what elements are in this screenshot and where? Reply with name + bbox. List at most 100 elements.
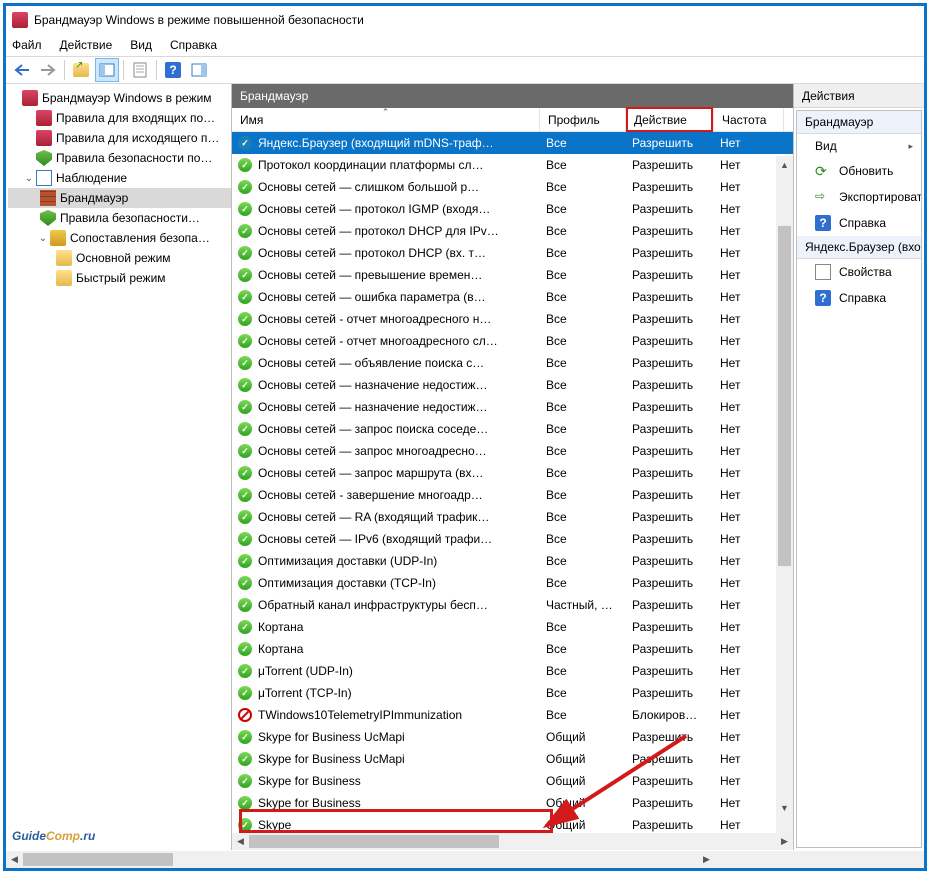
scroll-right-icon[interactable]: ▶ <box>698 851 715 868</box>
rule-name: Основы сетей — слишком большой р… <box>258 180 479 194</box>
rule-profile: Все <box>540 620 626 634</box>
body: Брандмауэр Windows в режим Правила для в… <box>6 84 924 850</box>
rule-row[interactable]: μTorrent (UDP-In)ВсеРазрешитьНет <box>232 660 793 682</box>
rule-row[interactable]: Основы сетей - отчет многоадресного н…Вс… <box>232 308 793 330</box>
rule-row[interactable]: Основы сетей - завершение многоадр…ВсеРа… <box>232 484 793 506</box>
rule-row[interactable]: Протокол координации платформы сл…ВсеРаз… <box>232 154 793 176</box>
scroll-up-icon[interactable]: ▲ <box>776 156 793 173</box>
rule-row[interactable]: Основы сетей — назначение недостиж…ВсеРа… <box>232 374 793 396</box>
action-help-selected[interactable]: ?Справка <box>797 285 921 311</box>
rule-row[interactable]: Основы сетей — запрос поиска соседе…ВсеР… <box>232 418 793 440</box>
rule-row[interactable]: Основы сетей — превышение времен…ВсеРазр… <box>232 264 793 286</box>
properties-button[interactable] <box>128 58 152 82</box>
action-help[interactable]: ?Справка <box>797 210 921 236</box>
up-folder-button[interactable]: ↗ <box>69 58 93 82</box>
rule-row[interactable]: Основы сетей — запрос маршрута (вх…ВсеРа… <box>232 462 793 484</box>
brick-wall-icon <box>40 190 56 206</box>
action-label: Экспортироват <box>839 190 921 204</box>
rule-row[interactable]: Skype for BusinessОбщийРазрешитьНет <box>232 792 793 814</box>
action-refresh[interactable]: ⟳Обновить <box>797 158 921 184</box>
rule-row[interactable]: Основы сетей — протокол DHCP (вх. т…ВсеР… <box>232 242 793 264</box>
rule-action: Разрешить <box>626 752 714 766</box>
rule-row[interactable]: SkypeОбщийРазрешитьНет <box>232 814 793 833</box>
scroll-down-icon[interactable]: ▼ <box>776 799 793 816</box>
rule-row[interactable]: КортанаВсеРазрешитьНет <box>232 616 793 638</box>
rule-row[interactable]: Основы сетей - отчет многоадресного сл…В… <box>232 330 793 352</box>
rule-row[interactable]: Основы сетей — RA (входящий трафик…ВсеРа… <box>232 506 793 528</box>
rule-row[interactable]: Skype for Business UcMapiОбщийРазрешитьН… <box>232 726 793 748</box>
allow-icon <box>238 796 252 810</box>
allow-icon <box>238 202 252 216</box>
scroll-thumb[interactable] <box>249 835 499 848</box>
rule-row[interactable]: Обратный канал инфраструктуры бесп…Частн… <box>232 594 793 616</box>
rule-row[interactable]: TWindows10TelemetryIPImmunizationВсеБлок… <box>232 704 793 726</box>
allow-icon <box>238 268 252 282</box>
rule-row[interactable]: μTorrent (TCP-In)ВсеРазрешитьНет <box>232 682 793 704</box>
scroll-thumb[interactable] <box>778 226 791 566</box>
rule-row[interactable]: Skype for BusinessОбщийРазрешитьНет <box>232 770 793 792</box>
tree-monitoring[interactable]: ⌄ Наблюдение <box>8 168 231 188</box>
allow-icon <box>238 730 252 744</box>
rule-row[interactable]: Оптимизация доставки (TCP-In)ВсеРазрешит… <box>232 572 793 594</box>
tree-quick-mode[interactable]: Быстрый режим <box>8 268 231 288</box>
menu-view[interactable]: Вид <box>130 38 152 52</box>
rule-row[interactable]: Skype for Business UcMapiОбщийРазрешитьН… <box>232 748 793 770</box>
rule-freq: Нет <box>714 290 784 304</box>
scroll-right-icon[interactable]: ▶ <box>776 833 793 850</box>
vertical-scrollbar[interactable]: ▲ ▼ <box>776 156 793 833</box>
nav-forward-button[interactable] <box>36 58 60 82</box>
tree-consec-rules[interactable]: Правила безопасности… <box>8 208 231 228</box>
col-profile[interactable]: Профиль <box>540 108 626 131</box>
collapse-icon[interactable]: ⌄ <box>22 173 36 184</box>
action-label: Вид <box>815 139 837 153</box>
outbound-rules-icon <box>36 130 52 146</box>
show-hide-tree-button[interactable] <box>95 58 119 82</box>
actions-header: Действия <box>794 84 924 108</box>
rule-freq: Нет <box>714 158 784 172</box>
rule-profile: Все <box>540 488 626 502</box>
tree-inbound-rules[interactable]: Правила для входящих по… <box>8 108 231 128</box>
rule-row[interactable]: Яндекс.Браузер (входящий mDNS-траф…ВсеРа… <box>232 132 793 154</box>
rule-row[interactable]: Основы сетей — ошибка параметра (в…ВсеРа… <box>232 286 793 308</box>
collapse-icon[interactable]: ⌄ <box>36 233 50 244</box>
col-action[interactable]: Действие <box>626 108 714 131</box>
tree-security-assoc[interactable]: ⌄Сопоставления безопа… <box>8 228 231 248</box>
rule-row[interactable]: Основы сетей — IPv6 (входящий трафи…ВсеР… <box>232 528 793 550</box>
tree-firewall[interactable]: Брандмауэр <box>8 188 231 208</box>
rule-row[interactable]: Основы сетей — протокол DHCP для IPv…Все… <box>232 220 793 242</box>
rule-row[interactable]: КортанаВсеРазрешитьНет <box>232 638 793 660</box>
help-icon: ? <box>165 62 181 78</box>
rule-row[interactable]: Оптимизация доставки (UDP-In)ВсеРазрешит… <box>232 550 793 572</box>
sort-asc-icon: ⌃ <box>382 107 390 118</box>
col-frequency[interactable]: Частота <box>714 108 784 131</box>
horizontal-scrollbar[interactable]: ◀ ▶ <box>232 833 793 850</box>
menu-action[interactable]: Действие <box>60 38 113 52</box>
tree-root[interactable]: Брандмауэр Windows в режим <box>8 88 231 108</box>
rule-action: Разрешить <box>626 598 714 612</box>
rule-row[interactable]: Основы сетей — объявление поиска с…ВсеРа… <box>232 352 793 374</box>
tree-label: Наблюдение <box>56 171 127 185</box>
rule-action: Разрешить <box>626 488 714 502</box>
scroll-left-icon[interactable]: ◀ <box>6 851 23 868</box>
action-properties[interactable]: Свойства <box>797 259 921 285</box>
menu-file[interactable]: Файл <box>12 38 42 52</box>
monitor-icon <box>36 170 52 186</box>
rule-name: μTorrent (UDP-In) <box>258 664 353 678</box>
show-hide-actions-button[interactable] <box>187 58 211 82</box>
rule-row[interactable]: Основы сетей — слишком большой р…ВсеРазр… <box>232 176 793 198</box>
rule-row[interactable]: Основы сетей — назначение недостиж…ВсеРа… <box>232 396 793 418</box>
tree-main-mode[interactable]: Основной режим <box>8 248 231 268</box>
tree-horizontal-scrollbar[interactable]: ◀ ▶ <box>6 851 924 868</box>
tree-connection-security[interactable]: Правила безопасности по… <box>8 148 231 168</box>
help-button[interactable]: ? <box>161 58 185 82</box>
action-export[interactable]: ⇨Экспортироват <box>797 184 921 210</box>
scroll-thumb[interactable] <box>23 853 173 866</box>
scroll-left-icon[interactable]: ◀ <box>232 833 249 850</box>
action-view[interactable]: Вид▸ <box>797 134 921 158</box>
menu-help[interactable]: Справка <box>170 38 217 52</box>
col-name[interactable]: ⌃Имя <box>232 108 540 131</box>
tree-outbound-rules[interactable]: Правила для исходящего п… <box>8 128 231 148</box>
nav-back-button[interactable] <box>10 58 34 82</box>
rule-row[interactable]: Основы сетей — запрос многоадресно…ВсеРа… <box>232 440 793 462</box>
rule-row[interactable]: Основы сетей — протокол IGMP (входя…ВсеР… <box>232 198 793 220</box>
